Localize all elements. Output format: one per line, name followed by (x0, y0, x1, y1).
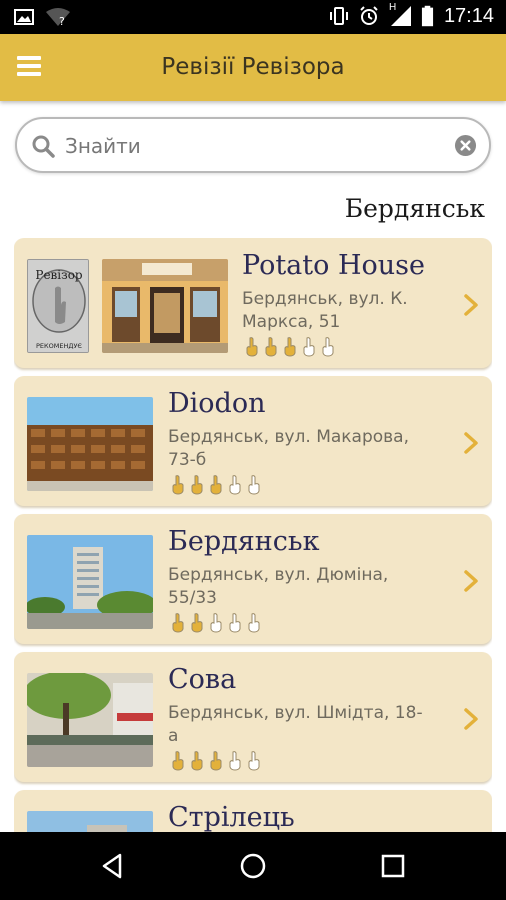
place-photo (102, 259, 228, 353)
chevron-right-icon (464, 708, 478, 730)
place-address: Бердянськ, вул. Дюміна, 55/33 (168, 565, 389, 608)
back-icon[interactable] (98, 851, 128, 881)
place-card-berdiansk[interactable]: Бердянськ Бердянськ, вул. Дюміна, 55/33 (14, 514, 492, 644)
home-icon[interactable] (238, 851, 268, 881)
network-type-label: H (388, 2, 397, 13)
rating (170, 613, 262, 633)
place-card-strilets[interactable]: Стрілець (14, 790, 492, 832)
finger-rating-empty-icon (248, 613, 260, 633)
finger-rating-empty-icon (303, 337, 315, 357)
place-photo (27, 673, 153, 767)
finger-rating-empty-icon (322, 337, 334, 357)
finger-rating-filled-icon (172, 613, 184, 633)
finger-rating-empty-icon (248, 751, 260, 771)
city-heading: Бердянськ (344, 194, 485, 223)
signal-icon: H (388, 2, 411, 28)
finger-rating-filled-icon (210, 751, 222, 771)
finger-rating-filled-icon (172, 751, 184, 771)
rating (244, 337, 336, 357)
chevron-right-icon (464, 294, 478, 316)
place-address: Бердянськ, вул. Шмідта, 18-а (168, 703, 423, 746)
chevron-right-icon (464, 432, 478, 454)
place-photo (27, 811, 153, 832)
finger-rating-empty-icon (229, 613, 241, 633)
alarm-icon (360, 6, 378, 25)
place-card-sova[interactable]: Сова Бердянськ, вул. Шмідта, 18-а (14, 652, 492, 782)
search-box[interactable] (15, 117, 491, 173)
finger-rating-filled-icon (265, 337, 277, 357)
recommend-badge: Ревізор РЕКОМЕНДУЄ (27, 259, 89, 353)
status-bar: ? H 17:14 (0, 0, 506, 34)
finger-rating-filled-icon (172, 475, 184, 495)
finger-rating-filled-icon (191, 613, 203, 633)
navigation-bar (0, 832, 506, 900)
chevron-right-icon (464, 570, 478, 592)
page-title: Ревізії Ревізора (161, 54, 345, 80)
svg-text:?: ? (59, 15, 65, 27)
place-name: Сова (168, 664, 237, 695)
place-name: Potato House (242, 250, 425, 281)
vibrate-icon (329, 7, 348, 25)
finger-rating-filled-icon (246, 337, 258, 357)
finger-rating-filled-icon (284, 337, 296, 357)
finger-rating-filled-icon (210, 475, 222, 495)
badge-caption: РЕКОМЕНДУЄ (36, 342, 82, 350)
place-card-diodon[interactable]: Diodon Бердянськ, вул. Макарова, 73-б (14, 376, 492, 506)
place-address: Бердянськ, вул. К. Маркса, 51 (242, 289, 408, 332)
place-photo (27, 397, 153, 491)
wifi-unknown-icon: ? (46, 8, 70, 27)
finger-rating-filled-icon (191, 475, 203, 495)
search-input[interactable] (65, 129, 445, 163)
badge-title: Ревізор (35, 268, 83, 282)
rating (170, 475, 262, 495)
place-name: Бердянськ (168, 526, 320, 557)
place-card-potato-house[interactable]: Ревізор РЕКОМЕНДУЄ Potato House Бердянсь… (14, 238, 492, 368)
clock: 17:14 (443, 4, 494, 27)
place-address: Бердянськ, вул. Макарова, 73-б (168, 427, 410, 470)
place-name: Стрілець (168, 802, 295, 832)
finger-rating-filled-icon (191, 751, 203, 771)
clear-search-icon[interactable] (454, 134, 477, 157)
finger-rating-empty-icon (210, 613, 222, 633)
recents-icon[interactable] (378, 851, 408, 881)
search-icon (32, 135, 55, 158)
places-list[interactable]: Ревізор РЕКОМЕНДУЄ Potato House Бердянсь… (14, 238, 492, 832)
app-bar: Ревізії Ревізора (0, 34, 506, 101)
revizor-logo-icon: Ревізор РЕКОМЕНДУЄ (28, 260, 88, 352)
battery-icon (421, 5, 434, 27)
rating (170, 751, 262, 771)
image-icon (14, 9, 34, 25)
finger-rating-empty-icon (229, 751, 241, 771)
finger-rating-empty-icon (229, 475, 241, 495)
finger-rating-empty-icon (248, 475, 260, 495)
place-name: Diodon (168, 388, 266, 419)
place-photo (27, 535, 153, 629)
